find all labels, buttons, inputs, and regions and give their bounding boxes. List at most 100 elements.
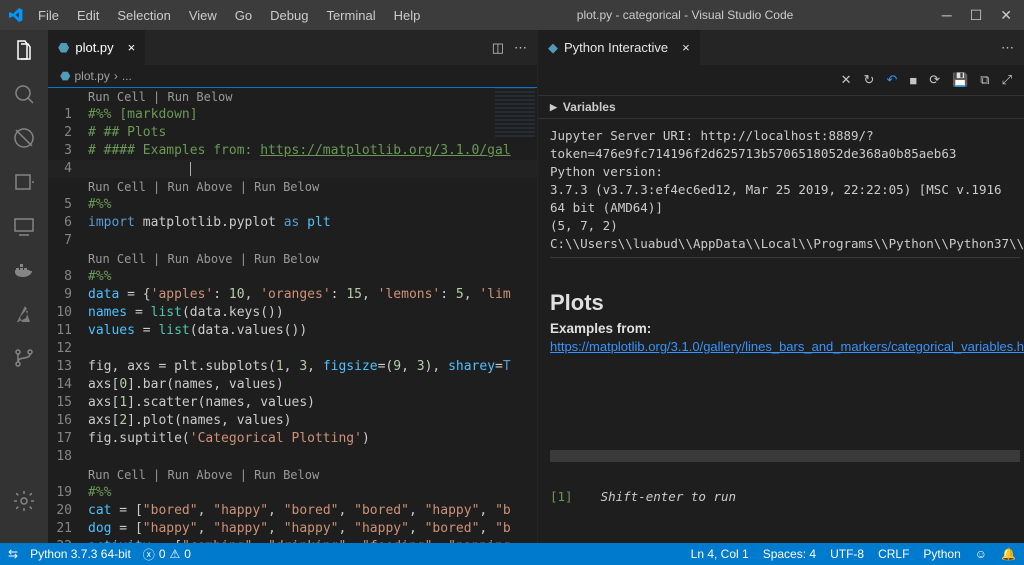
- code-lens-run-cell[interactable]: Run Cell | Run Above | Run Below: [48, 250, 537, 268]
- indentation[interactable]: Spaces: 4: [763, 547, 816, 561]
- plots-heading: Plots: [550, 294, 1020, 312]
- gutter: 22: [48, 538, 88, 543]
- save-icon[interactable]: 💾: [952, 72, 968, 88]
- gutter: 10: [48, 304, 88, 322]
- gutter: 15: [48, 394, 88, 412]
- editor: ⬣ plot.py × ◫ ⋯ ⬣ plot.py › ... Run Cell…: [48, 30, 538, 543]
- menu-go[interactable]: Go: [227, 4, 260, 27]
- gutter: 20: [48, 502, 88, 520]
- problems-status[interactable]: ⓧ0 ⚠0: [143, 546, 191, 563]
- menu-bar: File Edit Selection View Go Debug Termin…: [30, 4, 428, 27]
- minimize-icon[interactable]: ─: [942, 7, 952, 24]
- remote-status[interactable]: ⇆: [8, 547, 18, 561]
- cancel-icon[interactable]: ✕: [841, 72, 852, 88]
- python-interactive-panel: ◆ Python Interactive × ⋯ ✕ ↻ ↶ ■ ⟳ 💾 ⧉ ⤢…: [538, 30, 1024, 543]
- code-editor[interactable]: Run Cell | Run Below 1#%% [markdown] 2# …: [48, 87, 537, 543]
- feedback-icon[interactable]: ☺: [975, 547, 987, 561]
- jupyter-icon: ◆: [548, 40, 558, 56]
- settings-gear-icon[interactable]: [12, 489, 36, 513]
- gutter: 8: [48, 268, 88, 286]
- explorer-icon[interactable]: [12, 38, 36, 62]
- more-icon[interactable]: ⋯: [514, 40, 527, 56]
- gutter: 3: [48, 142, 88, 160]
- gutter: 21: [48, 520, 88, 538]
- code-lens-run-cell[interactable]: Run Cell | Run Below: [48, 87, 537, 106]
- gutter: 13: [48, 358, 88, 376]
- cursor-position[interactable]: Ln 4, Col 1: [691, 547, 749, 561]
- redo-icon[interactable]: ↻: [864, 72, 875, 88]
- gutter: 4: [48, 160, 88, 178]
- gutter: 9: [48, 286, 88, 304]
- menu-edit[interactable]: Edit: [69, 4, 107, 27]
- python-file-icon: ⬣: [58, 40, 69, 56]
- close-icon[interactable]: ✕: [1000, 7, 1012, 24]
- tab-python-interactive[interactable]: ◆ Python Interactive ×: [538, 30, 700, 65]
- tab-close-icon[interactable]: ×: [682, 40, 690, 55]
- variables-section[interactable]: ▶Variables: [538, 95, 1024, 119]
- interactive-output[interactable]: Jupyter Server URI: http://localhost:888…: [538, 119, 1024, 543]
- export-icon[interactable]: ⧉: [980, 72, 989, 88]
- code-lens-run-cell[interactable]: Run Cell | Run Above | Run Below: [48, 466, 537, 484]
- warning-icon: ⚠: [170, 547, 181, 561]
- docker-icon[interactable]: [12, 258, 36, 282]
- gutter: 19: [48, 484, 88, 502]
- menu-debug[interactable]: Debug: [262, 4, 316, 27]
- language-mode[interactable]: Python: [923, 547, 960, 561]
- window-title: plot.py - categorical - Visual Studio Co…: [428, 8, 941, 22]
- menu-terminal[interactable]: Terminal: [318, 4, 383, 27]
- examples-link[interactable]: https://matplotlib.org/3.1.0/gallery/lin…: [550, 339, 1024, 354]
- breadcrumb-sep: ›: [114, 69, 118, 83]
- menu-view[interactable]: View: [181, 4, 225, 27]
- breadcrumb-rest: ...: [122, 69, 132, 83]
- undo-icon[interactable]: ↶: [886, 72, 897, 88]
- activity-bar: [0, 30, 48, 543]
- gutter: 1: [48, 106, 88, 124]
- prompt-count: [1]: [550, 489, 573, 504]
- python-interpreter[interactable]: Python 3.7.3 64-bit: [30, 547, 131, 561]
- expand-icon[interactable]: ⤢: [1002, 72, 1012, 88]
- more-icon[interactable]: ⋯: [1001, 40, 1014, 55]
- gutter: 6: [48, 214, 88, 232]
- gutter: 14: [48, 376, 88, 394]
- split-editor-icon[interactable]: ◫: [492, 40, 504, 56]
- server-info: Jupyter Server URI: http://localhost:888…: [550, 128, 1024, 251]
- statusbar: ⇆ Python 3.7.3 64-bit ⓧ0 ⚠0 Ln 4, Col 1 …: [0, 543, 1024, 565]
- remote-icon[interactable]: [12, 214, 36, 238]
- gutter: 11: [48, 322, 88, 340]
- error-count: 0: [159, 547, 166, 561]
- eol[interactable]: CRLF: [878, 547, 909, 561]
- vscode-logo-icon: [8, 7, 24, 23]
- encoding[interactable]: UTF-8: [830, 547, 864, 561]
- menu-selection[interactable]: Selection: [109, 4, 178, 27]
- restart-icon[interactable]: ⟳: [929, 72, 940, 88]
- text-cursor: [190, 162, 191, 176]
- variables-label: Variables: [563, 100, 616, 114]
- azure-icon[interactable]: [12, 302, 36, 326]
- tab-close-icon[interactable]: ×: [128, 40, 136, 55]
- menu-help[interactable]: Help: [386, 4, 429, 27]
- editor-tabbar: ⬣ plot.py × ◫ ⋯: [48, 30, 537, 65]
- code-lens-run-cell[interactable]: Run Cell | Run Above | Run Below: [48, 178, 537, 196]
- tab-plot-py[interactable]: ⬣ plot.py ×: [48, 30, 145, 65]
- notifications-icon[interactable]: 🔔: [1001, 547, 1016, 561]
- panel-tabbar: ◆ Python Interactive × ⋯: [538, 30, 1024, 65]
- tab-label: plot.py: [75, 40, 113, 55]
- gutter: 18: [48, 448, 88, 466]
- debug-icon[interactable]: [12, 170, 36, 194]
- search-icon[interactable]: [12, 82, 36, 106]
- git-branch-icon[interactable]: [12, 346, 36, 370]
- tab-label: Python Interactive: [564, 40, 668, 55]
- stop-icon[interactable]: ■: [909, 73, 917, 88]
- breadcrumb[interactable]: ⬣ plot.py › ...: [48, 65, 537, 87]
- horizontal-scrollbar[interactable]: [550, 450, 1020, 462]
- error-icon: ⓧ: [143, 546, 155, 563]
- maximize-icon[interactable]: ☐: [970, 7, 983, 24]
- source-control-icon[interactable]: [12, 126, 36, 150]
- remote-icon: ⇆: [8, 547, 18, 561]
- menu-file[interactable]: File: [30, 4, 67, 27]
- separator: [550, 257, 1020, 258]
- gutter: 12: [48, 340, 88, 358]
- titlebar: File Edit Selection View Go Debug Termin…: [0, 0, 1024, 30]
- gutter: 16: [48, 412, 88, 430]
- interactive-toolbar: ✕ ↻ ↶ ■ ⟳ 💾 ⧉ ⤢: [538, 65, 1024, 95]
